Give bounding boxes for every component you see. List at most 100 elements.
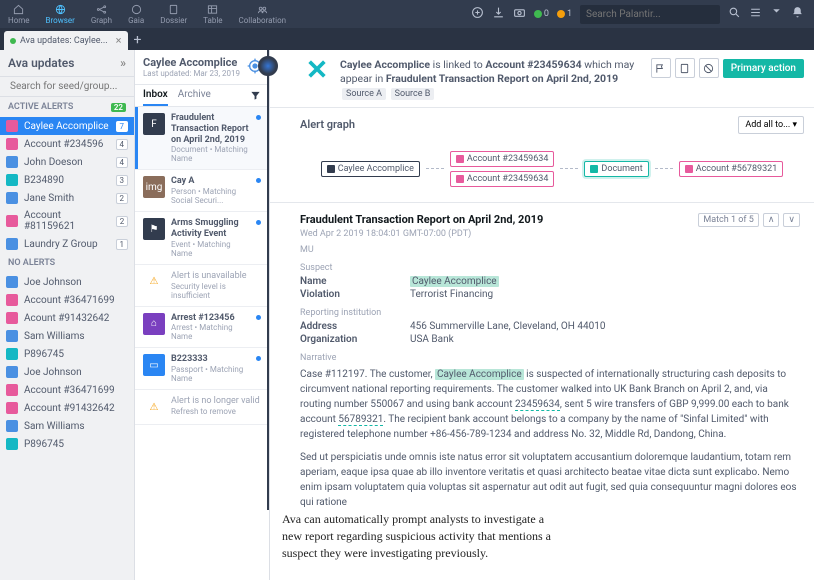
- section-no-alerts: NO ALERTS: [0, 253, 134, 273]
- browser-icon: [55, 4, 66, 15]
- chevron-right-icon[interactable]: »: [120, 56, 126, 70]
- topnav-dossier[interactable]: Dossier: [152, 0, 195, 28]
- inbox-item-title: Arrest #123456: [171, 313, 250, 324]
- content-area: Caylee Accomplice is linked to Account #…: [270, 50, 814, 580]
- download-icon[interactable]: [492, 6, 505, 22]
- entity-icon: [6, 120, 18, 132]
- alert-item[interactable]: B2348903: [0, 171, 134, 189]
- content-header: Caylee Accomplice is linked to Account #…: [270, 50, 814, 108]
- alert-graph[interactable]: Caylee Accomplice Account #23459634 Acco…: [300, 144, 804, 194]
- flag-button[interactable]: [651, 58, 671, 78]
- alert-item[interactable]: John Doeson4: [0, 153, 134, 171]
- alert-item[interactable]: Account #36471699: [0, 291, 134, 309]
- tab-inbox[interactable]: Inbox: [143, 85, 168, 106]
- camera-icon[interactable]: [513, 6, 526, 22]
- alert-item[interactable]: Account #91432642: [0, 399, 134, 417]
- entity-icon: [6, 215, 18, 227]
- suspect-name[interactable]: Caylee Accomplice: [410, 276, 499, 287]
- alert-item[interactable]: Sam Williams: [0, 417, 134, 435]
- search-icon[interactable]: [728, 6, 741, 22]
- topnav-home[interactable]: Home: [0, 0, 38, 28]
- alert-label: Account #91432642: [24, 403, 115, 414]
- inbox-item-sub: Security level is insufficient: [171, 282, 261, 300]
- alert-item[interactable]: Joe Johnson: [0, 363, 134, 381]
- inbox-item[interactable]: ⚠Alert is unavailableSecurity level is i…: [135, 265, 269, 307]
- topnav-table[interactable]: Table: [195, 0, 230, 28]
- source-b-tag[interactable]: Source B: [391, 88, 435, 100]
- list-icon[interactable]: [749, 6, 762, 22]
- inbox-item-sub: Refresh to remove: [171, 407, 261, 416]
- global-search-input[interactable]: [580, 5, 720, 24]
- inbox-thumb: ⌂: [143, 313, 165, 335]
- alert-item[interactable]: Joe Johnson: [0, 273, 134, 291]
- alert-item[interactable]: Laundry Z Group1: [0, 235, 134, 253]
- topnav-gaia[interactable]: Gaia: [120, 0, 152, 28]
- filter-icon[interactable]: [250, 90, 261, 101]
- topnav-collaboration[interactable]: Collaboration: [231, 0, 295, 28]
- alert-item[interactable]: Jane Smith2: [0, 189, 134, 207]
- inbox-item[interactable]: ⚠Alert is no longer validRefresh to remo…: [135, 390, 269, 425]
- alert-label: Sam Williams: [24, 421, 85, 432]
- graph-node-account[interactable]: Account #56789321: [679, 161, 784, 177]
- notif-green[interactable]: 0: [534, 9, 549, 19]
- notif-orange[interactable]: 1: [557, 9, 572, 19]
- inbox-item[interactable]: imgCay APerson • Matching Social Securi.…: [135, 170, 269, 212]
- inbox-item[interactable]: FFraudulent Transaction Report on April …: [135, 107, 269, 170]
- entity-icon: [6, 174, 18, 186]
- alert-label: Sam Williams: [24, 331, 85, 342]
- alert-item[interactable]: Account #2345964: [0, 135, 134, 153]
- entity-icon: [6, 402, 18, 414]
- alert-label: Account #81159621: [24, 210, 110, 232]
- sidebar-search-input[interactable]: [10, 81, 135, 92]
- dossier-button[interactable]: [675, 58, 695, 78]
- alert-item[interactable]: Account #811596212: [0, 207, 134, 235]
- document-title: Fraudulent Transaction Report on April 2…: [300, 213, 543, 226]
- inbox-item[interactable]: ▭B223333Passport • Matching Name: [135, 348, 269, 390]
- topnav-graph[interactable]: Graph: [83, 0, 120, 28]
- alert-graph-section: Alert graph Add all to... ▾ Caylee Accom…: [270, 108, 814, 203]
- add-icon[interactable]: [471, 6, 484, 22]
- alert-item[interactable]: Sam Williams: [0, 327, 134, 345]
- gaia-icon: [131, 4, 142, 15]
- tab-add-button[interactable]: +: [128, 30, 148, 50]
- add-all-button[interactable]: Add all to... ▾: [738, 116, 804, 134]
- graph-node-person[interactable]: Caylee Accomplice: [321, 161, 420, 177]
- match-next-button[interactable]: ∨: [783, 213, 800, 227]
- alert-label: Account #36471699: [24, 385, 115, 396]
- tab-archive[interactable]: Archive: [178, 85, 211, 106]
- graph-node-account[interactable]: Account #23459634: [450, 151, 555, 167]
- alert-item[interactable]: Account #36471699: [0, 381, 134, 399]
- sidebar: Ava updates » ACTIVE ALERTS 22 Caylee Ac…: [0, 50, 135, 580]
- tab-title: Ava updates: Caylee...: [20, 36, 108, 46]
- alert-item[interactable]: P896745: [0, 435, 134, 453]
- close-icon[interactable]: ×: [116, 34, 122, 47]
- alert-item[interactable]: Acount #91432642: [0, 309, 134, 327]
- topnav-browser[interactable]: Browser: [38, 0, 83, 28]
- alert-item[interactable]: P896745: [0, 345, 134, 363]
- alert-item[interactable]: Caylee Accomplice7: [0, 117, 134, 135]
- sidebar-title: Ava updates: [8, 56, 74, 70]
- primary-action-button[interactable]: Primary action: [723, 59, 804, 78]
- alert-count: 4: [116, 139, 129, 150]
- tab-ava-updates[interactable]: Ava updates: Caylee... ×: [4, 31, 128, 50]
- inbox-item-sub: Event • Matching Name: [171, 240, 250, 258]
- graph-node-account[interactable]: Account #23459634: [450, 171, 555, 187]
- narrative-text: Case #112197. The customer, Caylee Accom…: [300, 367, 800, 510]
- tab-status-dot: [10, 38, 16, 44]
- alert-label: Caylee Accomplice: [24, 121, 109, 132]
- alert-label: Joe Johnson: [24, 367, 82, 378]
- inbox-thumb: ⚑: [143, 218, 165, 240]
- menu-icon[interactable]: [770, 6, 783, 22]
- inbox-item[interactable]: ⌂Arrest #123456Arrest • Matching Name: [135, 307, 269, 349]
- dismiss-button[interactable]: [699, 58, 719, 78]
- inbox-item[interactable]: ⚑Arms Smuggling Activity EventEvent • Ma…: [135, 212, 269, 265]
- source-a-tag[interactable]: Source A: [342, 88, 386, 100]
- match-prev-button[interactable]: ∧: [763, 213, 780, 227]
- alert-label: P896745: [24, 439, 64, 450]
- tab-bar: Ava updates: Caylee... × +: [0, 28, 814, 50]
- app-logo-icon: [306, 58, 328, 80]
- alert-label: Joe Johnson: [24, 277, 82, 288]
- bell-icon[interactable]: [791, 6, 804, 22]
- graph-node-document[interactable]: Document: [584, 161, 648, 177]
- entity-icon: [6, 192, 18, 204]
